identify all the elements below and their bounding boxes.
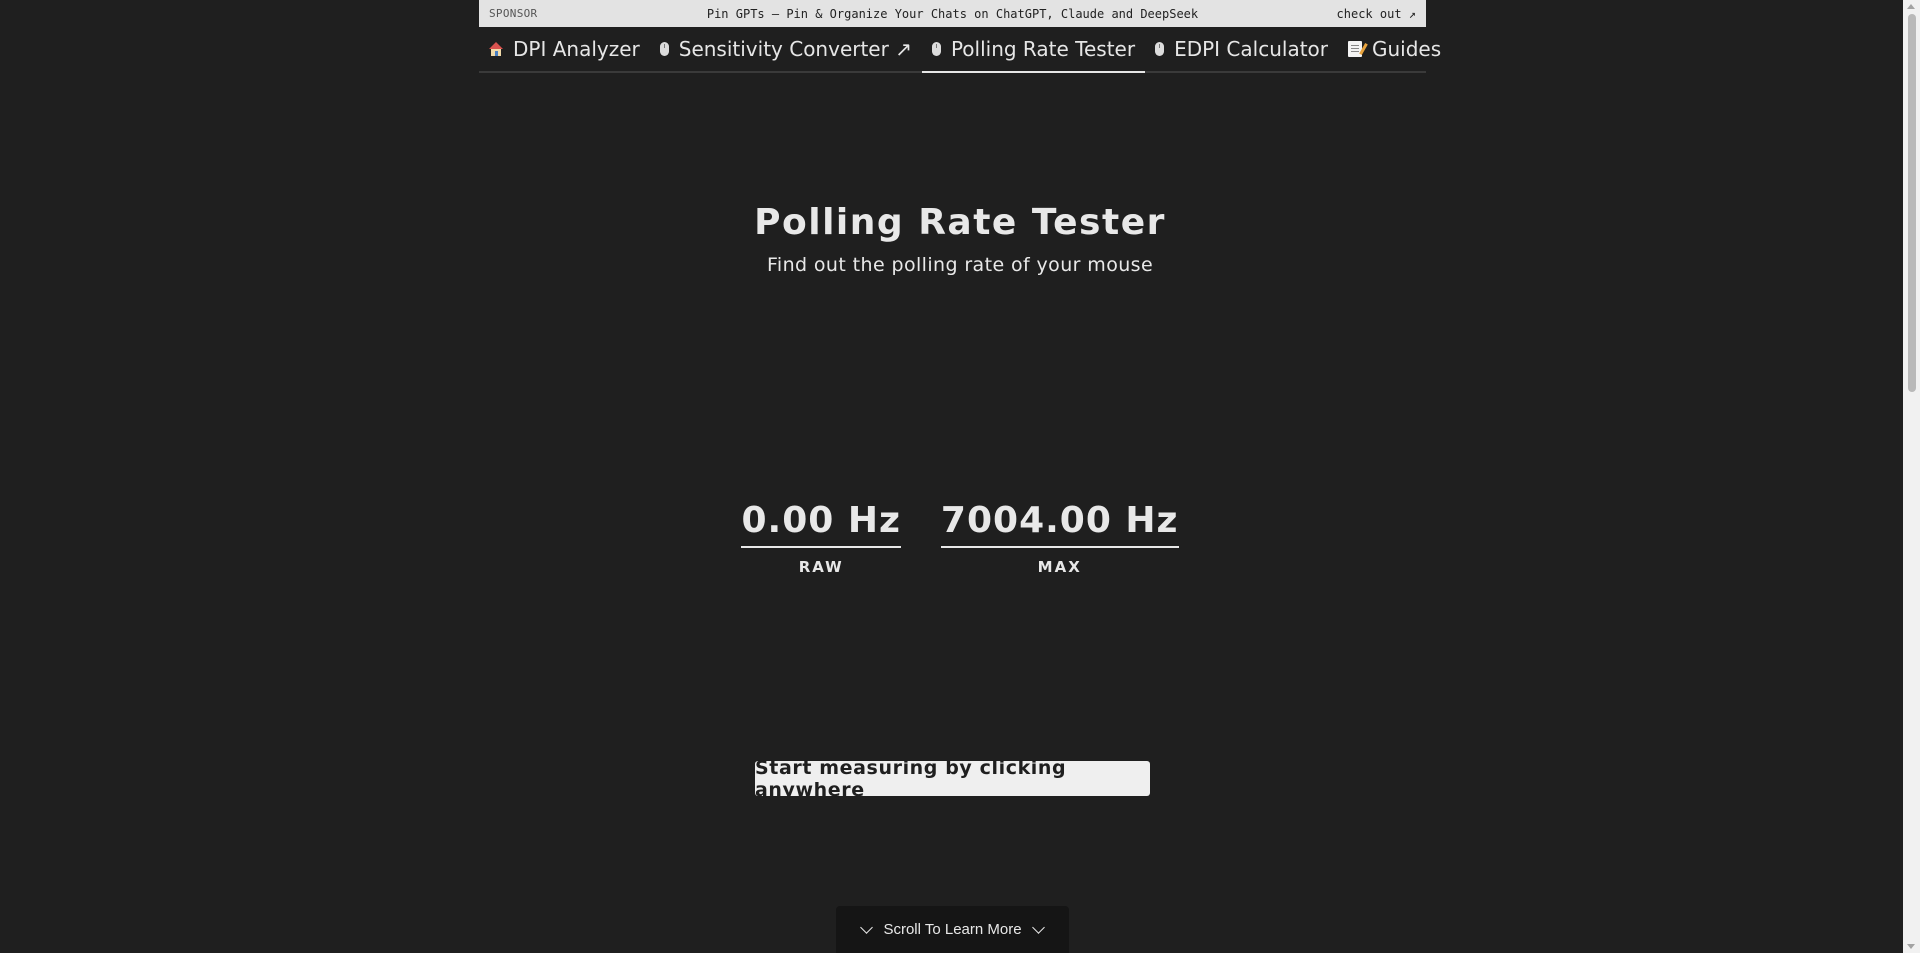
readouts: 0.00 Hz RAW 7004.00 Hz MAX — [0, 498, 1920, 576]
start-measuring-button[interactable]: Start measuring by clicking anywhere — [755, 757, 1150, 801]
page-title: Polling Rate Tester — [754, 202, 1166, 243]
page-subtitle: Find out the polling rate of your mouse — [766, 254, 1154, 276]
sponsor-cta-link[interactable]: check out ↗ — [1337, 7, 1416, 21]
house-icon — [489, 42, 503, 56]
title-block: Polling Rate Tester Find out the polling… — [0, 198, 1920, 276]
chevron-down-icon — [1031, 920, 1045, 934]
page-scrollbar[interactable] — [1903, 0, 1920, 953]
nav-item-label: DPI Analyzer — [513, 37, 640, 61]
nav-item-guides[interactable]: Guides — [1338, 27, 1451, 71]
sponsor-link[interactable]: Pin GPTs – Pin & Organize Your Chats on … — [707, 7, 1198, 21]
nav-item-edpi-calculator[interactable]: EDPI Calculator — [1145, 27, 1338, 71]
nav-item-sensitivity-converter[interactable]: Sensitivity Converter ↗ — [650, 27, 922, 71]
main-nav: DPI Analyzer Sensitivity Converter ↗ Pol… — [479, 27, 1441, 73]
max-label: MAX — [1037, 558, 1082, 576]
raw-readout: 0.00 Hz RAW — [741, 498, 901, 576]
sponsor-bar[interactable]: SPONSOR Pin GPTs – Pin & Organize Your C… — [479, 0, 1426, 27]
chevron-down-icon — [860, 920, 874, 934]
nav-item-polling-rate-tester[interactable]: Polling Rate Tester — [921, 27, 1146, 73]
sponsor-label: SPONSOR — [489, 7, 538, 20]
scroll-up-arrow-icon[interactable] — [1907, 4, 1915, 9]
page: SPONSOR Pin GPTs – Pin & Organize Your C… — [0, 0, 1920, 953]
max-readout: 7004.00 Hz MAX — [940, 498, 1179, 576]
raw-value: 0.00 Hz — [741, 498, 901, 548]
memo-icon — [1348, 41, 1362, 57]
scrollbar-thumb[interactable] — [1908, 14, 1916, 392]
scroll-down-arrow-icon[interactable] — [1907, 944, 1915, 949]
nav-item-label: Guides — [1372, 37, 1442, 61]
nav-item-dpi-analyzer[interactable]: DPI Analyzer — [479, 27, 650, 71]
scroll-to-learn-more-button[interactable]: Scroll To Learn More — [836, 906, 1069, 953]
mouse-icon — [659, 42, 669, 56]
nav-item-label: Sensitivity Converter ↗ — [678, 37, 912, 61]
max-value: 7004.00 Hz — [940, 498, 1179, 548]
scroll-hint-label: Scroll To Learn More — [883, 921, 1022, 938]
mouse-icon — [931, 42, 941, 56]
mouse-icon — [1155, 42, 1165, 56]
nav-item-label: EDPI Calculator — [1174, 37, 1328, 61]
raw-label: RAW — [798, 558, 844, 576]
nav-item-label: Polling Rate Tester — [950, 37, 1136, 61]
